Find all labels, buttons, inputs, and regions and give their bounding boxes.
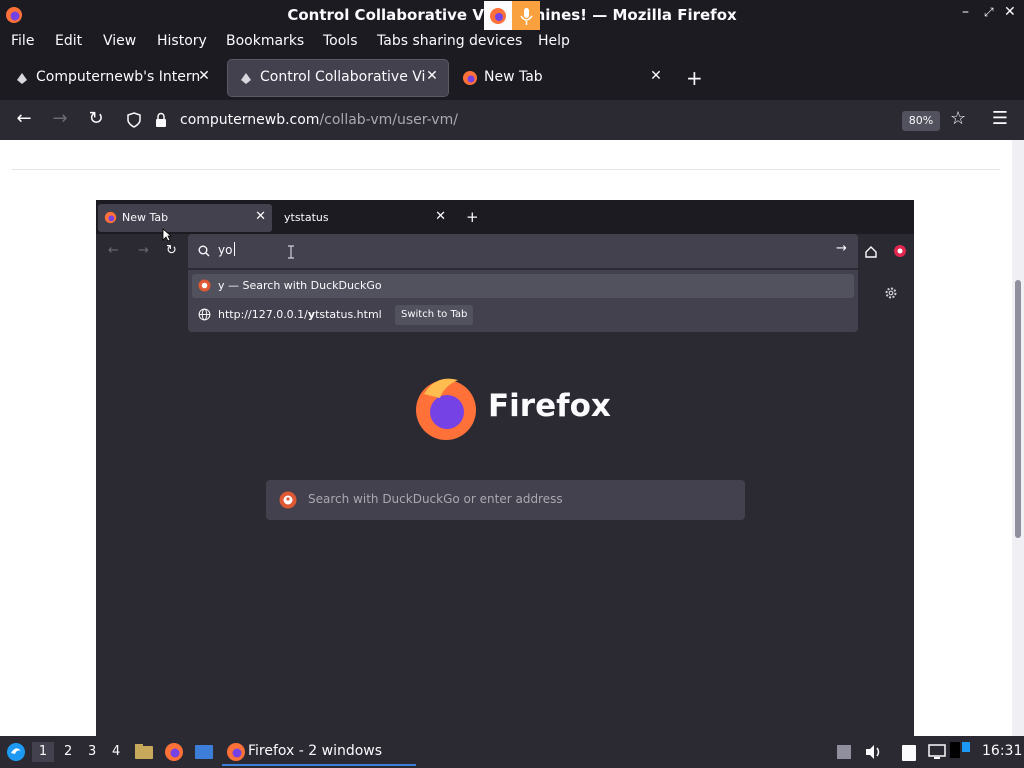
back-button[interactable]: ←	[12, 108, 36, 132]
bookmark-star-icon[interactable]: ☆	[950, 108, 966, 129]
menu-file[interactable]: File	[11, 33, 34, 49]
tab-computernewb[interactable]: Computernewb's Interne ✕	[4, 60, 220, 96]
menu-tools[interactable]: Tools	[323, 33, 358, 49]
vm-tab-label: New Tab	[122, 211, 169, 224]
page-scrollbar[interactable]	[1012, 140, 1024, 736]
duckduckgo-icon	[198, 279, 211, 292]
vm-tab-label: ytstatus	[284, 211, 329, 224]
reload-button[interactable]: ↻	[84, 108, 108, 132]
vm-nav-toolbar: ← → ↻ yo →	[96, 234, 914, 270]
tab-control-collab[interactable]: Control Collaborative Virt ✕	[227, 59, 449, 97]
menu-help[interactable]: Help	[538, 33, 570, 49]
url-bar[interactable]: computernewb.com/collab-vm/user-vm/ 80% …	[118, 104, 978, 136]
restore-button[interactable]: ⤢	[984, 5, 994, 20]
vm-forward-button[interactable]: →	[138, 243, 149, 258]
menu-bar: File Edit View History Bookmarks Tools T…	[0, 30, 1024, 54]
system-taskbar: 1 2 3 4 Firefox - 2 windows 16:31	[0, 736, 1024, 768]
minimize-button[interactable]: –	[962, 4, 969, 20]
tray-storage-icon[interactable]	[836, 743, 852, 761]
vm-tab-ytstatus[interactable]: ytstatus ✕	[276, 204, 452, 232]
vm-url-input-text: yo	[218, 243, 233, 257]
vm-extension-icon[interactable]	[893, 244, 907, 258]
firefox-wordmark: Firefox	[488, 388, 611, 424]
close-window-button[interactable]: ✕	[1004, 4, 1016, 20]
search-placeholder: Search with DuckDuckGo or enter address	[308, 492, 563, 506]
firefox-launcher-icon[interactable]	[164, 742, 184, 762]
workspace-4[interactable]: 4	[112, 744, 120, 759]
clipboard-icon[interactable]	[900, 742, 918, 762]
url-text: computernewb.com/collab-vm/user-vm/	[180, 112, 458, 128]
suggestion-switch-tab[interactable]: http://127.0.0.1/ytstatus.html Switch to…	[192, 303, 854, 327]
vm-home-icon[interactable]	[864, 245, 878, 259]
vm-settings-gear-icon[interactable]	[884, 286, 898, 300]
shield-icon[interactable]	[126, 112, 142, 128]
lock-icon[interactable]	[154, 112, 168, 128]
search-icon	[198, 245, 210, 257]
scrollbar-thumb[interactable]	[1015, 280, 1021, 538]
vm-back-button[interactable]: ←	[108, 243, 119, 258]
tab-label: Computernewb's Interne	[36, 69, 200, 85]
network-icon[interactable]	[928, 743, 946, 761]
suggestion-url: http://127.0.0.1/ytstatus.html	[218, 308, 382, 321]
vm-newtab-search-box[interactable]: Search with DuckDuckGo or enter address	[266, 480, 745, 520]
firefox-favicon-icon	[104, 211, 117, 224]
volume-icon[interactable]	[864, 744, 882, 760]
duckduckgo-icon	[279, 491, 297, 509]
zoom-indicator[interactable]: 80%	[902, 111, 940, 131]
firefox-favicon-icon	[463, 71, 477, 85]
vm-close-tab-icon[interactable]: ✕	[435, 209, 446, 224]
suggestion-label: y — Search with DuckDuckGo	[218, 279, 382, 292]
vm-tab-new-tab[interactable]: New Tab ✕	[98, 204, 272, 232]
menu-history[interactable]: History	[157, 33, 207, 49]
workspace-1[interactable]: 1	[32, 742, 54, 762]
tab-bar: Computernewb's Interne ✕ Control Collabo…	[0, 56, 1024, 100]
vm-reload-button[interactable]: ↻	[166, 243, 177, 258]
close-tab-icon[interactable]: ✕	[648, 68, 664, 86]
clock: 16:31	[982, 743, 1023, 759]
tray-app-icon[interactable]	[948, 740, 972, 762]
text-cursor-icon	[288, 245, 294, 259]
divider	[12, 169, 1000, 170]
tab-new-tab[interactable]: New Tab ✕	[452, 60, 672, 96]
close-tab-icon[interactable]: ✕	[196, 68, 212, 86]
collabvm-favicon-icon	[241, 73, 251, 84]
mouse-pointer-icon	[162, 228, 172, 242]
task-firefox[interactable]: Firefox - 2 windows	[222, 738, 416, 766]
close-tab-icon[interactable]: ✕	[424, 68, 440, 86]
desktop-icon[interactable]	[194, 742, 214, 762]
menu-tabs-sharing[interactable]: Tabs sharing devices	[377, 33, 522, 49]
task-label: Firefox - 2 windows	[248, 743, 383, 759]
globe-icon	[198, 308, 211, 321]
hamburger-menu-button[interactable]: ☰	[988, 108, 1012, 132]
workspace-3[interactable]: 3	[88, 744, 96, 759]
start-menu-icon[interactable]	[6, 742, 26, 762]
file-manager-icon[interactable]	[134, 742, 154, 762]
firefox-task-icon	[227, 743, 245, 761]
tab-label: New Tab	[484, 69, 543, 85]
switch-to-tab-button[interactable]: Switch to Tab	[395, 305, 474, 325]
vm-tab-strip: New Tab ✕ ytstatus ✕ +	[96, 200, 914, 234]
new-tab-button[interactable]: +	[686, 66, 703, 90]
sharing-indicator-icon[interactable]	[484, 1, 540, 30]
vm-screen[interactable]: New Tab ✕ ytstatus ✕ + ← → ↻ yo → y — Se…	[96, 200, 914, 736]
vm-new-tab-button[interactable]: +	[466, 208, 479, 226]
text-caret	[234, 242, 235, 256]
vm-go-arrow-icon[interactable]: →	[836, 241, 847, 256]
menu-edit[interactable]: Edit	[55, 33, 82, 49]
collabvm-favicon-icon	[17, 73, 27, 84]
forward-button[interactable]: →	[48, 108, 72, 132]
navigation-toolbar: ← → ↻ computernewb.com/collab-vm/user-vm…	[0, 100, 1024, 140]
menu-view[interactable]: View	[103, 33, 136, 49]
menu-bookmarks[interactable]: Bookmarks	[226, 33, 304, 49]
vm-url-suggestions: y — Search with DuckDuckGo http://127.0.…	[188, 270, 858, 332]
tab-label: Control Collaborative Virt	[260, 69, 426, 85]
workspace-2[interactable]: 2	[64, 744, 72, 759]
vm-close-tab-icon[interactable]: ✕	[255, 209, 266, 224]
window-titlebar: Control Collaborative Virt... chines! — …	[0, 0, 1024, 30]
suggestion-search-ddg[interactable]: y — Search with DuckDuckGo	[192, 274, 854, 298]
